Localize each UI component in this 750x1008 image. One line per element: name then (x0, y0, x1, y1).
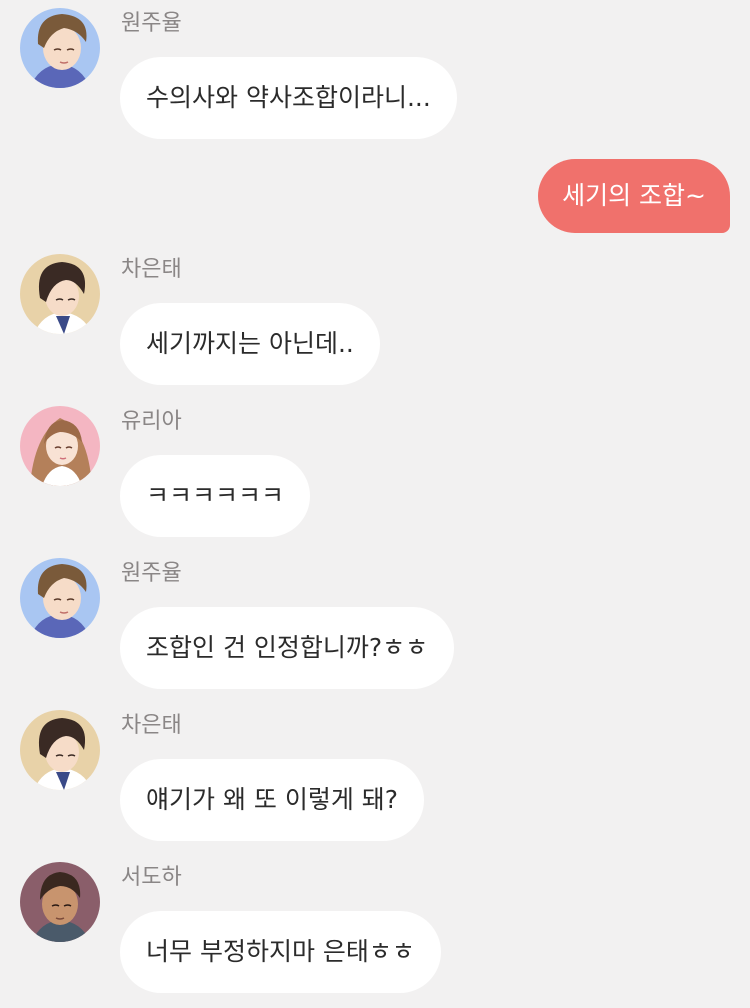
sender-name: 원주율 (121, 11, 182, 36)
message-bubble[interactable]: 세기까지는 아닌데.. (120, 303, 380, 385)
sender-name: 서도하 (121, 865, 182, 890)
message-bubble[interactable]: 너무 부정하지마 은태ㅎㅎ (120, 911, 441, 993)
sender-name: 차은태 (121, 257, 182, 282)
avatar-yuria[interactable] (20, 406, 100, 486)
avatar-wonjuyul[interactable] (20, 558, 100, 638)
avatar-chaeuntae[interactable] (20, 254, 100, 334)
avatar-seodoha[interactable] (20, 862, 100, 942)
message-bubble[interactable]: 조합인 건 인정합니까?ㅎㅎ (120, 607, 455, 689)
sender-name: 차은태 (121, 713, 182, 738)
message-bubble[interactable]: ㅋㅋㅋㅋㅋㅋ (120, 455, 311, 537)
avatar-wonjuyul[interactable] (20, 8, 100, 88)
outgoing-message-bubble[interactable]: 세기의 조합~ (538, 159, 730, 233)
avatar-chaeuntae[interactable] (20, 710, 100, 790)
message-bubble[interactable]: 수의사와 약사조합이라니... (120, 57, 457, 139)
message-bubble[interactable]: 얘기가 왜 또 이렇게 돼? (120, 759, 425, 841)
sender-name: 원주율 (121, 561, 182, 586)
sender-name: 유리아 (121, 409, 182, 434)
